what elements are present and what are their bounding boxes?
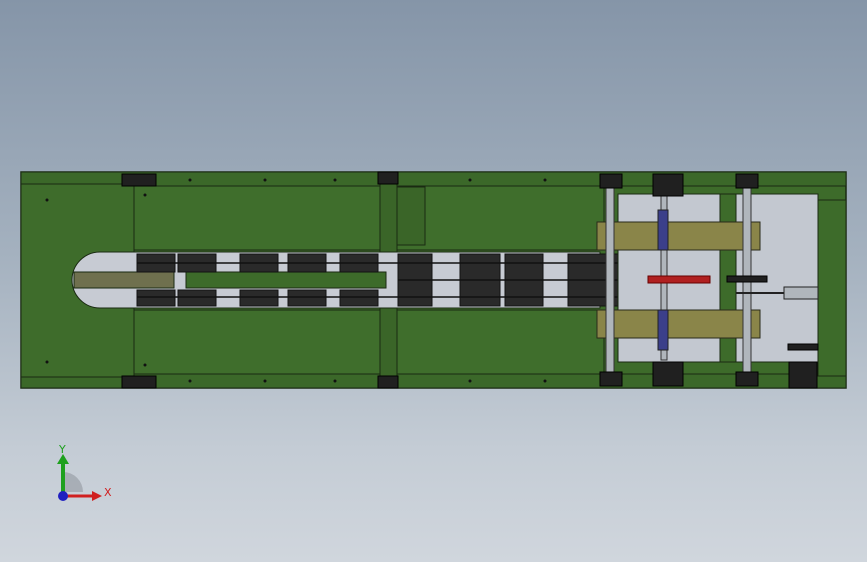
upper-cylinder bbox=[596, 221, 761, 251]
x-axis-arrowhead-icon bbox=[92, 491, 102, 501]
x-axis-label: X bbox=[104, 486, 112, 499]
push-rod bbox=[185, 271, 387, 289]
y-axis-label: Y bbox=[59, 443, 66, 456]
slider-bar bbox=[73, 271, 175, 289]
lower-cylinder bbox=[596, 309, 761, 339]
coordinate-triad: Y X bbox=[44, 440, 124, 510]
z-axis-icon bbox=[58, 491, 68, 501]
cross-beam-bracket bbox=[396, 186, 426, 246]
cad-viewport[interactable]: Y X bbox=[0, 0, 867, 562]
lower-side-plate bbox=[133, 309, 605, 375]
cad-assembly-model[interactable] bbox=[0, 0, 867, 562]
blue-rod-upper bbox=[657, 209, 669, 251]
right-end-block bbox=[817, 199, 847, 377]
blue-rod-lower bbox=[657, 309, 669, 351]
actuator-body bbox=[783, 286, 819, 300]
red-drive-part bbox=[647, 275, 711, 284]
triad-rotation-arc bbox=[63, 472, 83, 492]
upper-side-plate bbox=[133, 185, 605, 251]
